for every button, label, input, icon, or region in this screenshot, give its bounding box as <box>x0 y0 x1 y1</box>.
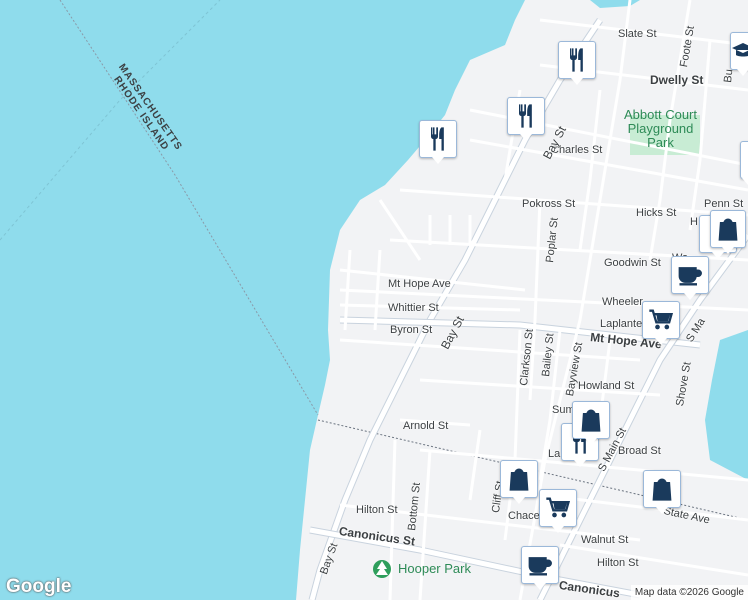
coffee-cup-icon <box>678 267 702 286</box>
shopping-bag-marker[interactable] <box>500 460 538 504</box>
street-label-mt-hope-ave: Mt Hope Ave <box>388 278 451 290</box>
restaurant-marker[interactable] <box>507 97 545 141</box>
street-label-arnold-st: Arnold St <box>403 420 449 432</box>
shopping-bag-marker[interactable] <box>643 470 681 514</box>
street-label-laplante: Laplante <box>600 318 643 330</box>
street-label-la: La <box>548 448 561 460</box>
street-label-chace: Chace <box>508 510 540 522</box>
street-label-howland-st: Howland St <box>578 380 635 392</box>
street-label-hilton-st: Hilton St <box>356 504 398 516</box>
map-canvas[interactable]: MASSACHUSETTS RHODE ISLAND Abbott Court Pl… <box>0 0 748 600</box>
hooper-park-label: Hooper Park <box>398 561 471 576</box>
fork-knife-icon <box>431 127 444 151</box>
grocery-marker[interactable] <box>642 301 680 345</box>
google-logo: Google <box>6 576 72 597</box>
restaurant-marker[interactable] <box>419 120 457 164</box>
shopping-cart-icon <box>649 309 674 330</box>
grocery-marker[interactable] <box>539 489 577 533</box>
shopping-bag-marker[interactable] <box>572 401 610 445</box>
street-label-dwelly-st: Dwelly St <box>650 73 704 87</box>
fork-knife-icon <box>570 48 583 72</box>
street-label-pokross-st: Pokross St <box>522 198 576 210</box>
graduation-cap-icon <box>732 43 748 57</box>
shopping-bag-icon <box>581 409 601 432</box>
shopping-bag-marker[interactable] <box>710 210 746 254</box>
street-label-whittier-st: Whittier St <box>388 302 439 314</box>
school-marker[interactable] <box>730 32 748 76</box>
coffee-cup-icon <box>528 557 552 576</box>
street-label-goodwin-st: Goodwin St <box>604 257 661 269</box>
partial-marker[interactable] <box>740 141 748 185</box>
street-label-byron-st: Byron St <box>390 324 433 336</box>
street-label-broad-st: Broad St <box>618 445 661 457</box>
street-label-hicks-st: Hicks St <box>636 207 677 219</box>
shopping-cart-icon <box>546 497 571 518</box>
street-label-wheeler: Wheeler <box>602 296 643 308</box>
shopping-bag-icon <box>718 218 738 241</box>
cafe-marker[interactable] <box>671 256 709 300</box>
street-label-slate-st: Slate St <box>618 28 657 40</box>
street-label-walnut-st: Walnut St <box>581 534 629 546</box>
street-label-h: H <box>690 216 698 228</box>
street-label-bu: Bu <box>722 68 736 84</box>
abbott-park-label: Abbott Court Playground Park <box>624 107 697 150</box>
street-label-penn-st: Penn St <box>704 198 744 210</box>
shopping-bag-icon <box>509 468 529 491</box>
map-attribution[interactable]: Map data ©2026 Google <box>630 585 748 600</box>
restaurant-marker[interactable] <box>558 41 596 85</box>
fork-knife-icon <box>519 104 532 128</box>
cafe-marker[interactable] <box>521 546 559 590</box>
shopping-bag-icon <box>652 478 672 501</box>
street-label-hilton-st-2: Hilton St <box>597 557 639 569</box>
